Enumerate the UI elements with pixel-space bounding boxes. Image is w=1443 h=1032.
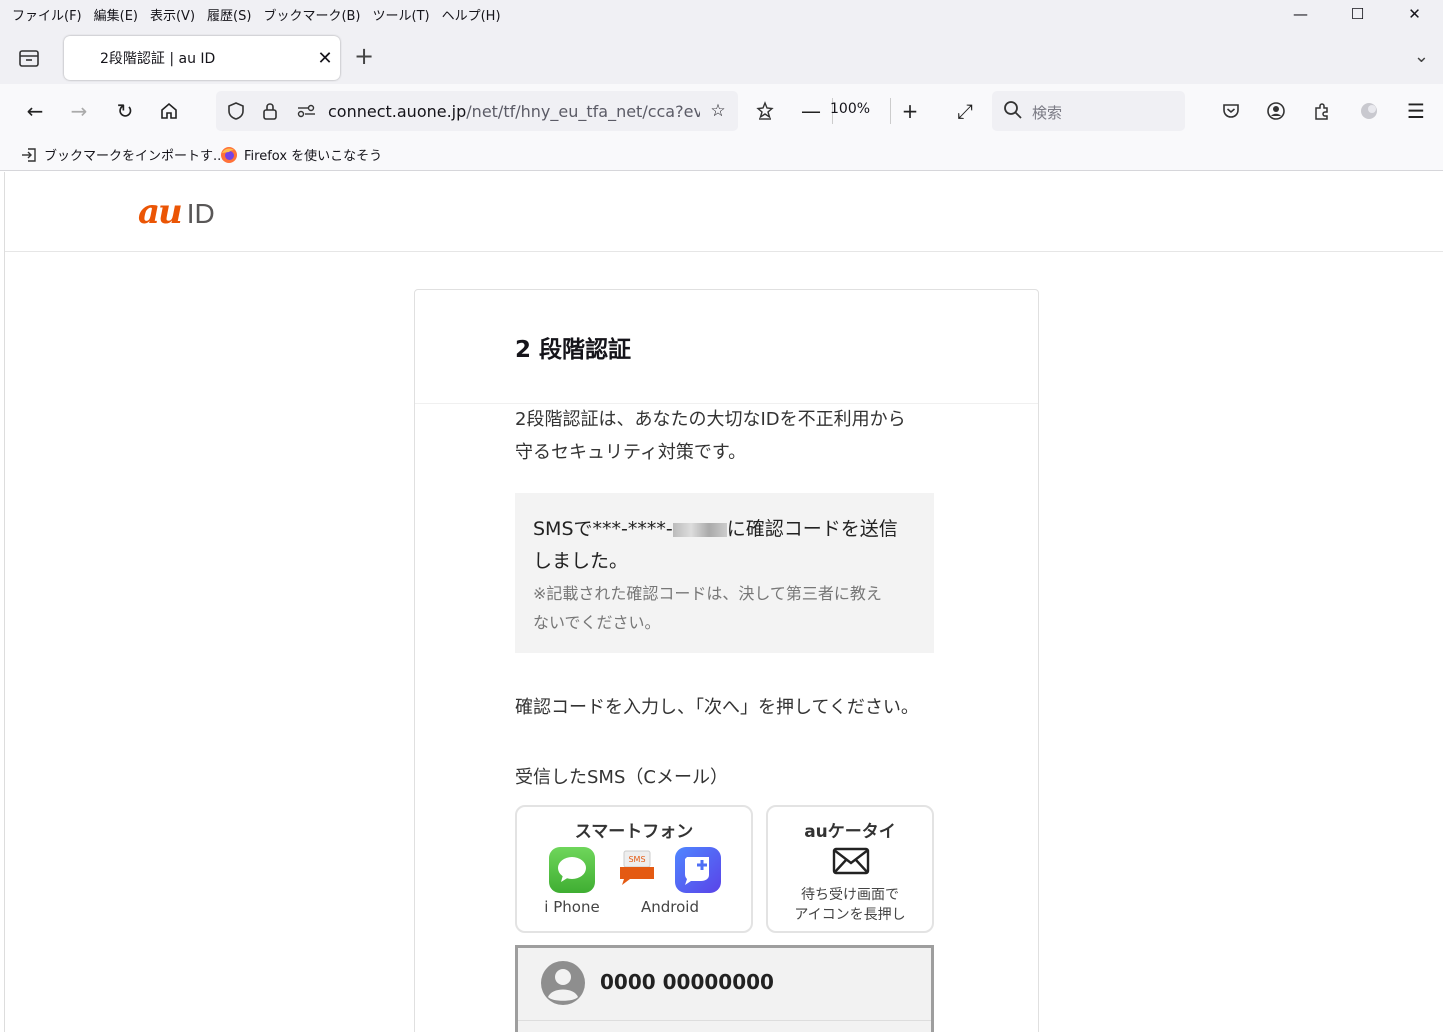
lock-icon[interactable] <box>258 99 282 123</box>
tab-overview-icon[interactable] <box>16 46 42 70</box>
auth-card: 2 段階認証 2段階認証は、あなたの大切なIDを不正利用から 守るセキュリティ対… <box>414 289 1039 1032</box>
zoom-out-icon[interactable]: — <box>797 97 825 125</box>
web-page: au ID 2 段階認証 2段階認証は、あなたの大切なIDを不正利用から 守るセ… <box>4 172 1443 1032</box>
sms-sender-preview: 0000 00000000 <box>515 945 934 1032</box>
tab-active[interactable]: 2段階認証 | au ID ✕ <box>64 36 340 80</box>
home-icon[interactable] <box>155 97 183 125</box>
intro-line-1: 2段階認証は、あなたの大切なIDを不正利用から <box>515 409 906 430</box>
url-text: connect.auone.jp/net/tf/hny_eu_tfa_net/c… <box>328 102 700 121</box>
avatar-icon <box>540 960 586 1006</box>
account-icon[interactable] <box>1262 97 1290 125</box>
zoom-level[interactable]: 100% <box>830 101 870 117</box>
shield-icon[interactable] <box>224 99 248 123</box>
android-label: Android <box>641 898 699 916</box>
menu-history[interactable]: 履歴(S) <box>201 5 257 24</box>
bookmarks-toolbar: ブックマークをインポートす... Firefox を使いこなそう <box>0 138 1443 171</box>
intro-line-2: 守るセキュリティ対策です。 <box>515 442 747 463</box>
mail-icon <box>832 847 870 879</box>
import-icon <box>20 146 38 164</box>
bookmark-star-icon[interactable]: ☆ <box>706 99 730 123</box>
zoom-divider <box>890 98 891 124</box>
imessage-icon <box>549 847 595 893</box>
tab-close-icon[interactable]: ✕ <box>310 48 340 69</box>
page-title: 2 段階認証 <box>515 337 632 363</box>
new-tab-icon[interactable]: + <box>354 42 374 70</box>
sms-sent-text: SMSで***-****- に確認コードを送信 しました。 <box>533 513 916 577</box>
window-controls: — ☐ ✕ <box>1272 0 1443 28</box>
bookmark-firefox[interactable]: Firefox を使いこなそう <box>220 145 382 164</box>
preview-divider <box>518 1020 931 1021</box>
au-id-logo[interactable]: au ID <box>138 192 215 232</box>
sender-number: 0000 00000000 <box>600 970 774 994</box>
menu-bar: ファイル(F) 編集(E) 表示(V) 履歴(S) ブックマーク(B) ツール(… <box>0 0 1443 28</box>
bookmark-import[interactable]: ブックマークをインポートす... <box>20 145 225 164</box>
menu-tools[interactable]: ツール(T) <box>367 5 436 24</box>
url-host: connect.auone.jp <box>328 102 467 121</box>
search-placeholder: 検索 <box>1032 104 1063 122</box>
fullscreen-icon[interactable]: ⤢ <box>951 97 979 125</box>
sms-sent-prefix: SMSで***-****- <box>533 518 673 540</box>
logo-au: au <box>138 192 183 232</box>
site-header: au ID <box>5 172 1443 252</box>
forward-icon[interactable]: → <box>65 97 93 125</box>
menu-edit[interactable]: 編集(E) <box>88 5 144 24</box>
warning-text: ※記載された確認コードは、決して第三者に教え ないでください。 <box>533 579 916 637</box>
smartphone-title: スマートフォン <box>574 822 694 842</box>
masked-number <box>672 522 727 537</box>
sms-sent-notice: SMSで***-****- に確認コードを送信 しました。 ※記載された確認コード… <box>515 493 934 653</box>
logo-id: ID <box>186 198 215 229</box>
permissions-icon[interactable] <box>294 99 318 123</box>
url-path: /net/tf/hny_eu_tfa_net/cca?even <box>466 102 700 121</box>
minimize-icon[interactable]: — <box>1272 0 1329 28</box>
back-icon[interactable]: ← <box>21 97 49 125</box>
menu-bookmarks[interactable]: ブックマーク(B) <box>257 5 366 24</box>
sms-tag: SMS <box>628 855 645 864</box>
firefox-icon <box>220 146 238 164</box>
sms-icon: SMS <box>614 847 660 893</box>
aukeitai-desc: 待ち受け画面で アイコンを長押し <box>768 885 932 925</box>
aukeitai-title: auケータイ <box>804 822 896 842</box>
bookmark-firefox-label: Firefox を使いこなそう <box>244 149 383 164</box>
iphone-label: i Phone <box>544 898 600 916</box>
sms-sent-suffix: に確認コードを送信 <box>726 518 898 540</box>
nav-bar: ← → ↻ connect.auone.jp/net/tf/hny_eu_tfa… <box>0 84 1443 138</box>
tab-bar: 2段階認証 | au ID ✕ + ⌄ <box>0 28 1443 84</box>
hamburger-menu-icon[interactable]: ☰ <box>1402 97 1430 125</box>
profile-badge-icon[interactable] <box>1355 97 1383 125</box>
maximize-icon[interactable]: ☐ <box>1329 0 1386 28</box>
tab-title: 2段階認証 | au ID <box>100 51 216 67</box>
menu-file[interactable]: ファイル(F) <box>0 5 88 24</box>
sms-sent-line-2: しました。 <box>533 550 629 572</box>
chevron-down-icon[interactable]: ⌄ <box>1414 46 1429 67</box>
menu-help[interactable]: ヘルプ(H) <box>436 5 507 24</box>
search-icon <box>1002 99 1024 125</box>
aukeitai-desc-line-2: アイコンを長押し <box>794 907 906 923</box>
menu-view[interactable]: 表示(V) <box>144 5 201 24</box>
zoom-in-icon[interactable]: + <box>896 97 924 125</box>
aukeitai-guide: auケータイ 待ち受け画面で アイコンを長押し <box>766 805 934 933</box>
close-window-icon[interactable]: ✕ <box>1386 0 1443 28</box>
extensions-icon[interactable] <box>1308 97 1336 125</box>
sms-received-label: 受信したSMS（Cメール） <box>515 767 728 788</box>
bookmark-import-label: ブックマークをインポートす... <box>44 149 226 164</box>
aukeitai-desc-line-1: 待ち受け画面で <box>801 887 899 903</box>
pocket-icon[interactable] <box>1217 97 1245 125</box>
warning-line-2: ないでください。 <box>533 613 661 632</box>
url-bar[interactable]: connect.auone.jp/net/tf/hny_eu_tfa_net/c… <box>216 91 738 131</box>
warning-line-1: ※記載された確認コードは、決して第三者に教え <box>533 584 882 603</box>
search-input[interactable]: 検索 <box>992 91 1185 131</box>
instruction-text: 確認コードを入力し、「次へ」を押してください。 <box>515 697 919 718</box>
reload-icon[interactable]: ↻ <box>111 97 139 125</box>
smartphone-guide: スマートフォン i Phone SMS Android <box>515 805 753 933</box>
intro-text: 2段階認証は、あなたの大切なIDを不正利用から 守るセキュリティ対策です。 <box>515 403 935 469</box>
android-messages-icon <box>675 847 721 893</box>
reading-list-icon[interactable] <box>751 97 779 125</box>
